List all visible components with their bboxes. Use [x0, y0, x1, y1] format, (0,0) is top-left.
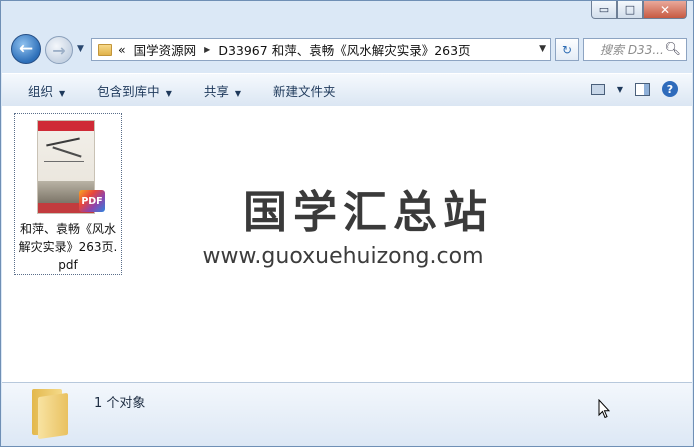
breadcrumb-segment[interactable]: D33967 和萍、袁畅《风水解灾实录》263页: [218, 40, 470, 59]
file-name: 和萍、袁畅《风水解灾实录》263页.pdf: [18, 222, 118, 272]
breadcrumb-segment[interactable]: 国学资源网: [134, 40, 197, 59]
caption-buttons: ▭ □ ✕: [591, 1, 687, 21]
close-button[interactable]: ✕: [643, 1, 687, 19]
forward-button[interactable]: →: [45, 36, 73, 64]
help-icon[interactable]: ?: [662, 81, 678, 97]
share-menu[interactable]: 共享 ▼: [204, 81, 241, 100]
minimize-button[interactable]: ▭: [591, 1, 617, 19]
change-view-icon[interactable]: [590, 83, 605, 95]
address-bar[interactable]: « 国学资源网 ▶ D33967 和萍、袁畅《风水解灾实录》263页 ▼: [91, 38, 551, 61]
preview-pane-icon[interactable]: [635, 82, 650, 96]
chevron-down-icon: ▼: [234, 88, 242, 98]
address-overflow[interactable]: «: [118, 42, 126, 57]
navigation-bar: ← → ▼ « 国学资源网 ▶ D33967 和萍、袁畅《风水解灾实录》263页…: [9, 34, 687, 66]
back-button[interactable]: ←: [11, 34, 41, 64]
search-input[interactable]: 搜索 D33... 🔍︎: [583, 38, 687, 61]
new-folder-button[interactable]: 新建文件夹: [273, 81, 336, 100]
file-item[interactable]: PDF 和萍、袁畅《风水解灾实录》263页.pdf: [14, 113, 122, 275]
maximize-button[interactable]: □: [617, 1, 643, 19]
watermark-title: 国学汇总站: [243, 187, 493, 238]
folder-icon: [30, 389, 70, 440]
organize-menu[interactable]: 组织 ▼: [28, 81, 65, 100]
breadcrumb-separator-icon[interactable]: ▶: [204, 45, 210, 54]
include-in-library-menu[interactable]: 包含到库中 ▼: [97, 81, 172, 100]
search-icon[interactable]: 🔍︎: [664, 42, 681, 57]
refresh-button[interactable]: ↻: [555, 38, 579, 61]
details-pane: 1 个对象: [2, 382, 692, 445]
file-list[interactable]: PDF 和萍、袁畅《风水解灾实录》263页.pdf 国学汇总站 www.guox…: [2, 106, 692, 382]
search-placeholder: 搜索 D33...: [600, 43, 664, 57]
recent-pages-dropdown[interactable]: ▼: [77, 44, 84, 54]
folder-icon: [98, 43, 112, 56]
explorer-window: ▭ □ ✕ ← → ▼ « 国学资源网 ▶ D33967 和萍、袁畅《风水解灾实…: [0, 0, 694, 447]
command-bar: 组织 ▼ 包含到库中 ▼ 共享 ▼ 新建文件夹 ▼ ?: [2, 73, 692, 107]
toolbar-right: ▼ ?: [579, 81, 678, 97]
pdf-icon: PDF: [79, 190, 105, 212]
chevron-down-icon: ▼: [165, 88, 172, 98]
object-count: 1 个对象: [94, 396, 146, 411]
view-options-dropdown-icon[interactable]: ▼: [617, 85, 623, 94]
address-dropdown-icon[interactable]: ▼: [539, 44, 546, 54]
chevron-down-icon: ▼: [59, 88, 66, 98]
